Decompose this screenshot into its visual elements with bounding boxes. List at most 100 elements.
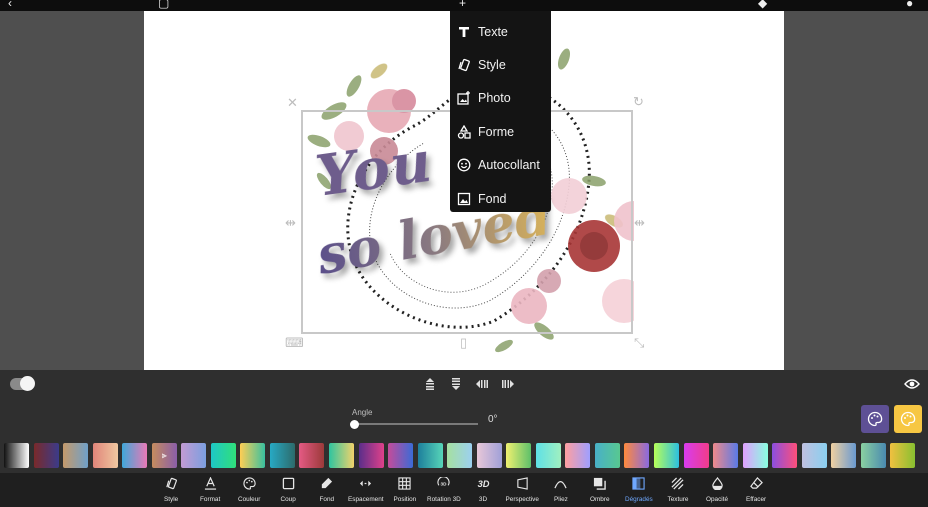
gradient-swatch[interactable] [742,443,768,468]
gradient-swatch[interactable] [4,443,29,468]
resize-handle-icon[interactable]: ⤡ [634,336,644,349]
gradient-swatch[interactable] [772,443,798,468]
gradient-swatch[interactable] [476,443,502,468]
stretch-left-handle-icon[interactable]: ⇹ [285,216,296,229]
gradient-swatch[interactable] [269,443,295,468]
tool-label: Style [164,496,179,503]
toggle-knob [20,376,35,391]
tool-texture[interactable]: Texture [668,473,688,507]
tool-bend[interactable]: Pliez [554,473,568,507]
gradient-swatch[interactable] [624,443,650,468]
tool-label: Rotation 3D [427,496,461,503]
arrow-left-icon[interactable] [476,378,488,390]
tool-style[interactable]: Style [164,473,178,507]
gradient-swatch-more[interactable]: ⫸ [151,443,177,468]
tool-spacing[interactable]: Espacement [348,473,384,507]
gradient-swatch[interactable] [801,443,827,468]
tool-opacity[interactable]: Opacité [706,473,728,507]
menu-item-photo[interactable]: Photo [450,82,551,115]
angle-value: 0° [488,414,498,425]
gradient-swatch[interactable] [831,443,857,468]
gradient-direction-controls [424,378,514,390]
back-icon[interactable]: ‹ [8,0,12,10]
angle-slider-track[interactable] [354,423,478,425]
tool-gradient[interactable]: Dégradés [625,473,653,507]
rotate-handle-icon[interactable]: ↻ [633,95,644,108]
tool-label: Effacer [746,496,767,503]
menu-item-label: Forme [478,124,515,139]
sticker-icon [457,158,471,172]
tool-label: Pliez [554,496,568,503]
stretch-right-handle-icon[interactable]: ⇹ [634,216,645,229]
gradient-swatch[interactable] [122,443,148,468]
menu-item-texte[interactable]: Texte [450,15,551,48]
menu-item-fond[interactable]: Fond [450,182,551,215]
palette-icon [867,411,883,427]
arrow-up-icon[interactable] [424,378,436,390]
tool-eraser[interactable]: Effacer [746,473,766,507]
tool-format[interactable]: Format [200,473,220,507]
diamond-icon[interactable]: ◆ [758,0,767,10]
eye-icon[interactable] [904,378,920,390]
gradient-swatch[interactable] [63,443,89,468]
gradient-swatch[interactable] [654,443,680,468]
menu-item-style[interactable]: Style [450,48,551,81]
add-icon[interactable]: + [459,0,466,10]
delete-handle-icon[interactable]: ✕ [287,96,298,109]
gradient-swatch[interactable] [388,443,414,468]
tool-palette[interactable]: Couleur [238,473,260,507]
menu-item-autocollant[interactable]: Autocollant [450,149,551,182]
opacity-icon [711,473,724,493]
tool-fill[interactable]: Fond [319,473,335,507]
3d-icon: 3D [477,473,490,493]
gradient-swatch[interactable] [181,443,207,468]
stroke-icon [282,473,295,493]
gradient-swatch[interactable] [506,443,532,468]
layers-icon[interactable]: ▢ [158,0,169,10]
preset-palette-button[interactable] [894,405,922,433]
gradient-swatch[interactable] [890,443,916,468]
custom-palette-button[interactable] [861,405,889,433]
tool-rotation-3d[interactable]: 3D Rotation 3D [427,473,461,507]
app-screen: ‹ ▢ + ◆ ● You so loved ✕ ↻ ⇹ ⇹ ⌨ ▯ ⤡ Tex… [0,0,928,507]
gradient-swatch[interactable] [860,443,886,468]
gradient-swatch[interactable] [447,443,473,468]
gradient-swatch[interactable] [417,443,443,468]
grid-icon [398,473,412,493]
bottom-toolbar: Style Format Couleur Coup Fond Espacement Posi… [0,473,928,507]
palette-icon [900,411,916,427]
confirm-icon[interactable]: ● [906,0,913,10]
text-icon [457,25,471,39]
tool-stroke[interactable]: Coup [281,473,296,507]
gradient-swatch[interactable] [683,443,709,468]
spacing-icon [359,473,372,493]
gradient-swatch[interactable] [358,443,384,468]
keyboard-handle-icon[interactable]: ⌨ [285,336,304,349]
tool-grid[interactable]: Position [394,473,416,507]
gradient-swatch[interactable] [535,443,561,468]
eraser-icon [749,473,763,493]
svg-text:3D: 3D [477,479,489,489]
gradient-swatch[interactable] [713,443,739,468]
style-icon [165,473,178,493]
menu-item-forme[interactable]: Forme [450,115,551,148]
tool-shadow[interactable]: Ombre [590,473,610,507]
gradient-swatch[interactable] [329,443,355,468]
bottom-handle-icon[interactable]: ▯ [460,336,467,349]
perspective-icon [516,473,529,493]
gradient-swatch[interactable] [299,443,325,468]
arrow-right-icon[interactable] [502,378,514,390]
gradient-toggle[interactable] [10,376,35,391]
gradient-swatch[interactable] [210,443,236,468]
menu-item-label: Photo [478,91,511,106]
tool-label: Fond [319,496,335,503]
gradient-swatch[interactable] [594,443,620,468]
gradient-swatch[interactable] [565,443,591,468]
gradient-swatch[interactable] [240,443,266,468]
tool-perspective[interactable]: Perspective [506,473,539,507]
angle-slider-knob[interactable] [350,420,359,429]
tool-3d[interactable]: 3D 3D [477,473,490,507]
arrow-down-icon[interactable] [450,378,462,390]
gradient-swatch[interactable] [92,443,118,468]
gradient-swatch[interactable] [33,443,59,468]
